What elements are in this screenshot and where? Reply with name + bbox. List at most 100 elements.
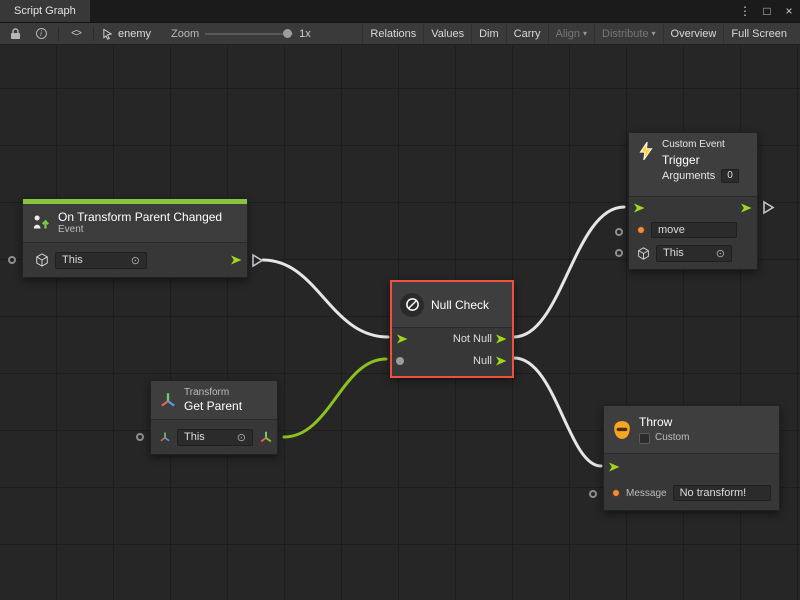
connection-notnull-to-customevent[interactable] bbox=[514, 207, 624, 337]
values-button[interactable]: Values bbox=[423, 23, 471, 44]
message-row: Message No transform! bbox=[604, 480, 779, 506]
not-null-port-row: Not Null bbox=[392, 328, 512, 350]
code-view-icon[interactable]: <> bbox=[67, 25, 85, 43]
cube-icon bbox=[35, 253, 49, 267]
node-header: Custom Event Trigger Arguments 0 bbox=[629, 133, 757, 197]
script-graph-tab[interactable]: Script Graph bbox=[0, 0, 90, 22]
maximize-icon[interactable]: □ bbox=[756, 0, 778, 22]
target-picker-icon[interactable]: ⊙ bbox=[237, 431, 246, 444]
string-input-port[interactable] bbox=[637, 226, 645, 234]
graph-breadcrumb[interactable]: enemy bbox=[102, 28, 151, 40]
transform-icon bbox=[159, 391, 177, 409]
relations-button[interactable]: Relations bbox=[362, 23, 423, 44]
node-throw[interactable]: Throw Custom Message No transform! bbox=[603, 405, 780, 511]
connection-getparent-to-nullcheck[interactable] bbox=[284, 359, 386, 437]
close-icon[interactable]: × bbox=[778, 0, 800, 22]
zoom-slider-thumb[interactable] bbox=[283, 29, 292, 38]
this-dropdown[interactable]: This ⊙ bbox=[177, 429, 253, 446]
value-input-port[interactable] bbox=[615, 228, 623, 236]
node-subtitle: Event bbox=[58, 224, 222, 236]
cube-icon bbox=[637, 247, 650, 260]
node-title: Throw bbox=[639, 415, 689, 429]
not-null-label: Not Null bbox=[453, 333, 492, 345]
graph-name: enemy bbox=[118, 28, 151, 40]
custom-checkbox[interactable] bbox=[639, 433, 650, 444]
event-name-field[interactable]: move bbox=[651, 222, 737, 238]
node-title: On Transform Parent Changed bbox=[58, 210, 222, 224]
dim-button[interactable]: Dim bbox=[471, 23, 506, 44]
toolbar-buttons: Relations Values Dim Carry Align▾ Distri… bbox=[362, 23, 794, 44]
this-dropdown[interactable]: This ⊙ bbox=[656, 245, 732, 262]
toolbar-separator bbox=[58, 27, 59, 41]
connection-null-to-throw[interactable] bbox=[514, 358, 601, 466]
lock-icon[interactable] bbox=[6, 25, 24, 43]
control-port-row bbox=[604, 454, 779, 480]
arguments-row: Arguments 0 bbox=[662, 169, 739, 183]
throw-exception-icon bbox=[612, 420, 632, 440]
null-port-row: Null bbox=[392, 350, 512, 372]
transform-event-icon bbox=[31, 213, 51, 233]
align-button[interactable]: Align▾ bbox=[548, 23, 594, 44]
zoom-label: Zoom bbox=[171, 28, 199, 40]
control-input-port[interactable] bbox=[633, 202, 646, 214]
this-port-row: This ⊙ bbox=[629, 241, 757, 265]
connection-event-to-nullcheck[interactable] bbox=[263, 260, 388, 337]
transform-output-port[interactable] bbox=[259, 430, 273, 444]
transform-port-icon bbox=[159, 431, 171, 443]
node-get-parent[interactable]: Transform Get Parent This ⊙ bbox=[150, 380, 278, 455]
custom-event-icon bbox=[637, 141, 655, 161]
control-output-port[interactable] bbox=[495, 333, 508, 345]
arguments-label: Arguments bbox=[662, 170, 715, 183]
tab-bar-spacer bbox=[90, 0, 734, 22]
fullscreen-button[interactable]: Full Screen bbox=[723, 23, 794, 44]
message-field[interactable]: No transform! bbox=[673, 485, 771, 501]
node-on-transform-parent-changed[interactable]: On Transform Parent Changed Event This ⊙ bbox=[22, 198, 248, 278]
control-port-row bbox=[629, 197, 757, 219]
window-menu-icon[interactable]: ⋮ bbox=[734, 0, 756, 22]
value-input-port[interactable] bbox=[396, 357, 404, 365]
control-input-port[interactable] bbox=[396, 333, 409, 345]
node-title: Get Parent bbox=[184, 399, 242, 413]
value-input-port[interactable] bbox=[615, 249, 623, 257]
value-input-port[interactable] bbox=[8, 256, 16, 264]
control-connector-triangle[interactable] bbox=[762, 200, 775, 215]
node-header: Throw Custom bbox=[604, 406, 779, 454]
this-dropdown[interactable]: This ⊙ bbox=[55, 252, 147, 269]
node-category: Custom Event bbox=[662, 139, 739, 151]
overview-button[interactable]: Overview bbox=[663, 23, 724, 44]
control-output-port[interactable] bbox=[495, 355, 508, 367]
node-title: Trigger bbox=[662, 153, 739, 167]
chevron-down-icon: ▾ bbox=[652, 29, 656, 38]
graph-asset-icon bbox=[102, 28, 113, 40]
string-input-port[interactable] bbox=[612, 489, 620, 497]
target-picker-icon[interactable]: ⊙ bbox=[131, 254, 140, 267]
zoom-slider[interactable] bbox=[205, 33, 293, 35]
chevron-down-icon: ▾ bbox=[583, 29, 587, 38]
carry-button[interactable]: Carry bbox=[506, 23, 548, 44]
arguments-field[interactable]: 0 bbox=[721, 169, 739, 183]
custom-option-row: Custom bbox=[639, 432, 689, 444]
window-tab-bar: Script Graph ⋮ □ × bbox=[0, 0, 800, 23]
control-output-port[interactable] bbox=[230, 254, 243, 266]
value-input-port[interactable] bbox=[589, 490, 597, 498]
graph-toolbar: i <> enemy Zoom 1x Relations Values Dim … bbox=[0, 23, 800, 45]
null-check-icon bbox=[400, 293, 424, 317]
toolbar-separator bbox=[93, 27, 94, 41]
node-header: Transform Get Parent bbox=[151, 381, 277, 420]
custom-label: Custom bbox=[655, 432, 689, 444]
tab-title: Script Graph bbox=[14, 5, 76, 17]
zoom-value: 1x bbox=[299, 28, 311, 40]
value-input-port[interactable] bbox=[136, 433, 144, 441]
control-connector-triangle[interactable] bbox=[251, 253, 264, 268]
target-picker-icon[interactable]: ⊙ bbox=[716, 247, 725, 260]
node-custom-event-trigger[interactable]: Custom Event Trigger Arguments 0 move Th… bbox=[628, 132, 758, 270]
node-category: Transform bbox=[184, 387, 242, 399]
graph-canvas[interactable]: On Transform Parent Changed Event This ⊙… bbox=[0, 46, 800, 600]
node-header: Null Check bbox=[392, 282, 512, 328]
control-input-port[interactable] bbox=[608, 461, 621, 473]
this-port-row: This ⊙ bbox=[23, 243, 247, 277]
info-icon[interactable]: i bbox=[32, 25, 50, 43]
distribute-button[interactable]: Distribute▾ bbox=[594, 23, 662, 44]
control-output-port[interactable] bbox=[740, 202, 753, 214]
node-null-check[interactable]: Null Check Not Null Null bbox=[390, 280, 514, 378]
